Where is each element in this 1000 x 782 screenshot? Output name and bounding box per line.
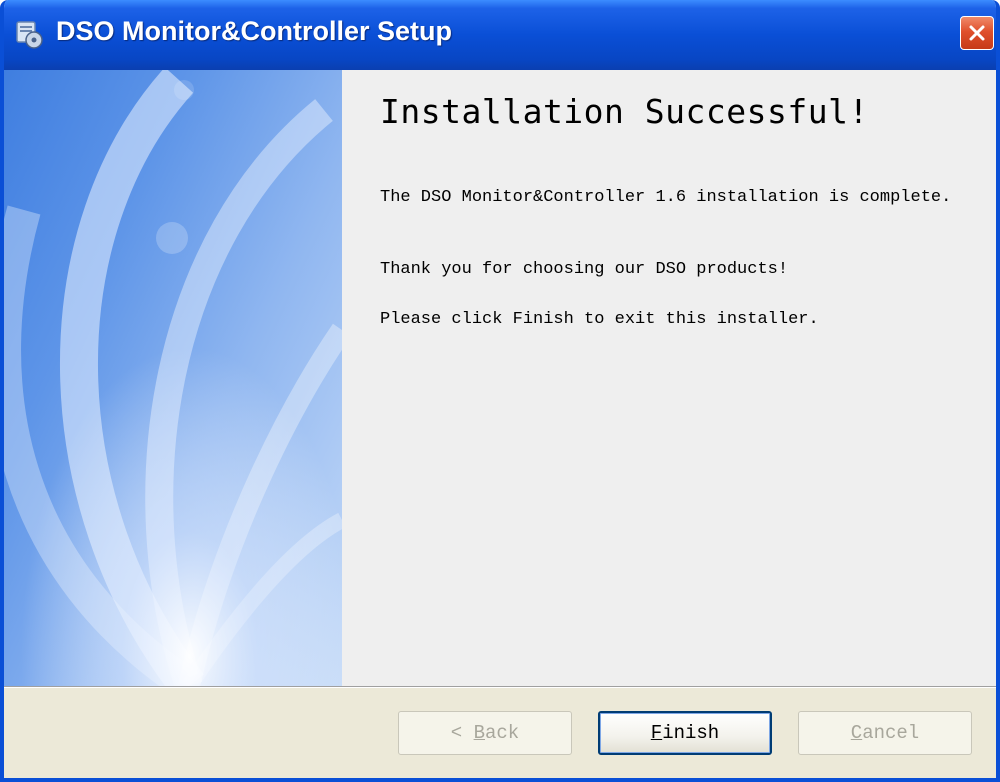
cancel-label-rest: ancel: [862, 722, 920, 744]
cancel-mnemonic: C: [850, 722, 863, 744]
cancel-button[interactable]: Cancel: [798, 711, 972, 755]
swirl-graphic: [4, 70, 342, 686]
finish-mnemonic: F: [650, 722, 663, 744]
close-icon: [969, 25, 985, 41]
title-bar[interactable]: DSO Monitor&Controller Setup: [4, 0, 996, 70]
close-button[interactable]: [960, 16, 994, 50]
back-button[interactable]: < Back: [398, 711, 572, 755]
button-bar: < Back Finish Cancel: [4, 688, 996, 778]
back-arrow-icon: <: [450, 722, 463, 744]
completion-message: The DSO Monitor&Controller 1.6 installat…: [380, 188, 952, 207]
finish-label-rest: inish: [662, 722, 720, 744]
installer-icon: [14, 18, 46, 50]
exit-instruction: Please click Finish to exit this install…: [380, 310, 819, 329]
back-label-rest: ack: [485, 722, 520, 744]
finish-button[interactable]: Finish: [598, 711, 772, 755]
thank-you-message: Thank you for choosing our DSO products!: [380, 260, 789, 279]
side-banner-image: [4, 70, 342, 686]
setup-window: DSO Monitor&Controller Setup Installatio…: [0, 0, 1000, 782]
content-panel: Installation Successful! The DSO Monitor…: [342, 70, 996, 686]
window-title: DSO Monitor&Controller Setup: [56, 16, 452, 46]
page-title: Installation Successful!: [380, 92, 869, 131]
back-mnemonic: B: [473, 722, 485, 744]
